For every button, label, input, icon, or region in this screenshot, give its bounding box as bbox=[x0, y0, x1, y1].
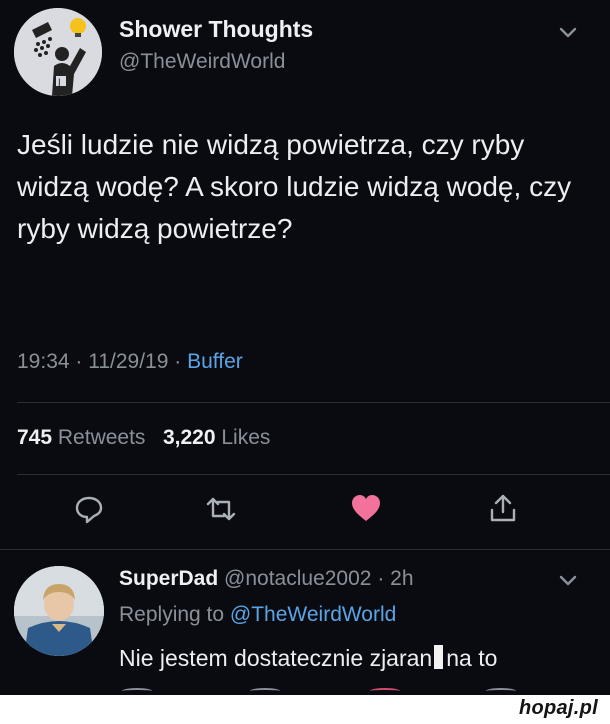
reply-share-icon[interactable] bbox=[486, 688, 516, 694]
reply-text: Nie jestem dostatecznie zjaran na to bbox=[119, 645, 497, 672]
reply-author-handle[interactable]: @notaclue2002 bbox=[224, 567, 371, 590]
separator-dot: · bbox=[377, 567, 391, 590]
reply-retweet-icon[interactable] bbox=[250, 688, 280, 694]
text-cursor bbox=[434, 645, 444, 669]
author-name[interactable]: Shower Thoughts bbox=[119, 16, 313, 43]
retweets-stat[interactable]: 745 Retweets bbox=[17, 426, 145, 449]
tweet-date: 11/29/19 bbox=[88, 350, 169, 373]
tweet-meta: 19:34 · 11/29/19 · Buffer bbox=[17, 350, 243, 374]
reply-text-start: Nie jestem dostatecznie zjaran bbox=[119, 645, 433, 671]
tweet-stats: 745 Retweets 3,220 Likes bbox=[17, 426, 270, 450]
replying-handle-link[interactable]: @TheWeirdWorld bbox=[230, 603, 396, 626]
watermark-bar: hopaj.pl bbox=[0, 695, 610, 724]
svg-text:J: J bbox=[57, 78, 61, 88]
share-icon[interactable] bbox=[486, 492, 520, 526]
tweet-source-link[interactable]: Buffer bbox=[187, 350, 243, 373]
likes-count: 3,220 bbox=[162, 426, 216, 449]
separator-dot: · bbox=[75, 350, 89, 373]
likes-label: Likes bbox=[221, 426, 271, 449]
divider bbox=[17, 402, 610, 403]
person-photo-icon bbox=[14, 566, 104, 656]
reply-comment-icon[interactable] bbox=[122, 688, 152, 694]
comment-icon[interactable] bbox=[72, 492, 106, 526]
reply-heart-icon[interactable] bbox=[370, 688, 400, 694]
watermark-logo: hopaj.pl bbox=[518, 697, 598, 719]
retweets-count: 745 bbox=[17, 426, 53, 449]
reply-avatar[interactable] bbox=[14, 566, 104, 656]
author-handle[interactable]: @TheWeirdWorld bbox=[119, 50, 285, 74]
reply-text-end: na to bbox=[446, 645, 498, 671]
tweet-time: 19:34 bbox=[17, 350, 70, 373]
reply-header: SuperDad @notaclue2002 · 2h bbox=[119, 567, 414, 591]
reply-author-name[interactable]: SuperDad bbox=[119, 567, 218, 590]
divider bbox=[0, 549, 610, 550]
replying-to: Replying to @TheWeirdWorld bbox=[119, 603, 396, 627]
shower-logo-icon: J bbox=[14, 8, 102, 96]
author-avatar[interactable]: J bbox=[14, 8, 102, 96]
heart-icon[interactable] bbox=[349, 492, 383, 526]
retweets-label: Retweets bbox=[57, 426, 146, 449]
divider bbox=[17, 474, 610, 475]
tweet-text: Jeśli ludzie nie widzą powietrza, czy ry… bbox=[17, 129, 572, 244]
replying-label: Replying to bbox=[119, 603, 225, 626]
chevron-down-icon[interactable] bbox=[556, 572, 580, 590]
retweet-icon[interactable] bbox=[204, 492, 238, 526]
chevron-down-icon[interactable] bbox=[556, 24, 580, 42]
reply-time: 2h bbox=[390, 567, 414, 590]
likes-stat[interactable]: 3,220 Likes bbox=[163, 426, 270, 449]
tweet-screenshot: J Shower Thoughts @TheWeirdWorld Jeśli l… bbox=[0, 0, 610, 724]
separator-dot: · bbox=[174, 350, 188, 373]
